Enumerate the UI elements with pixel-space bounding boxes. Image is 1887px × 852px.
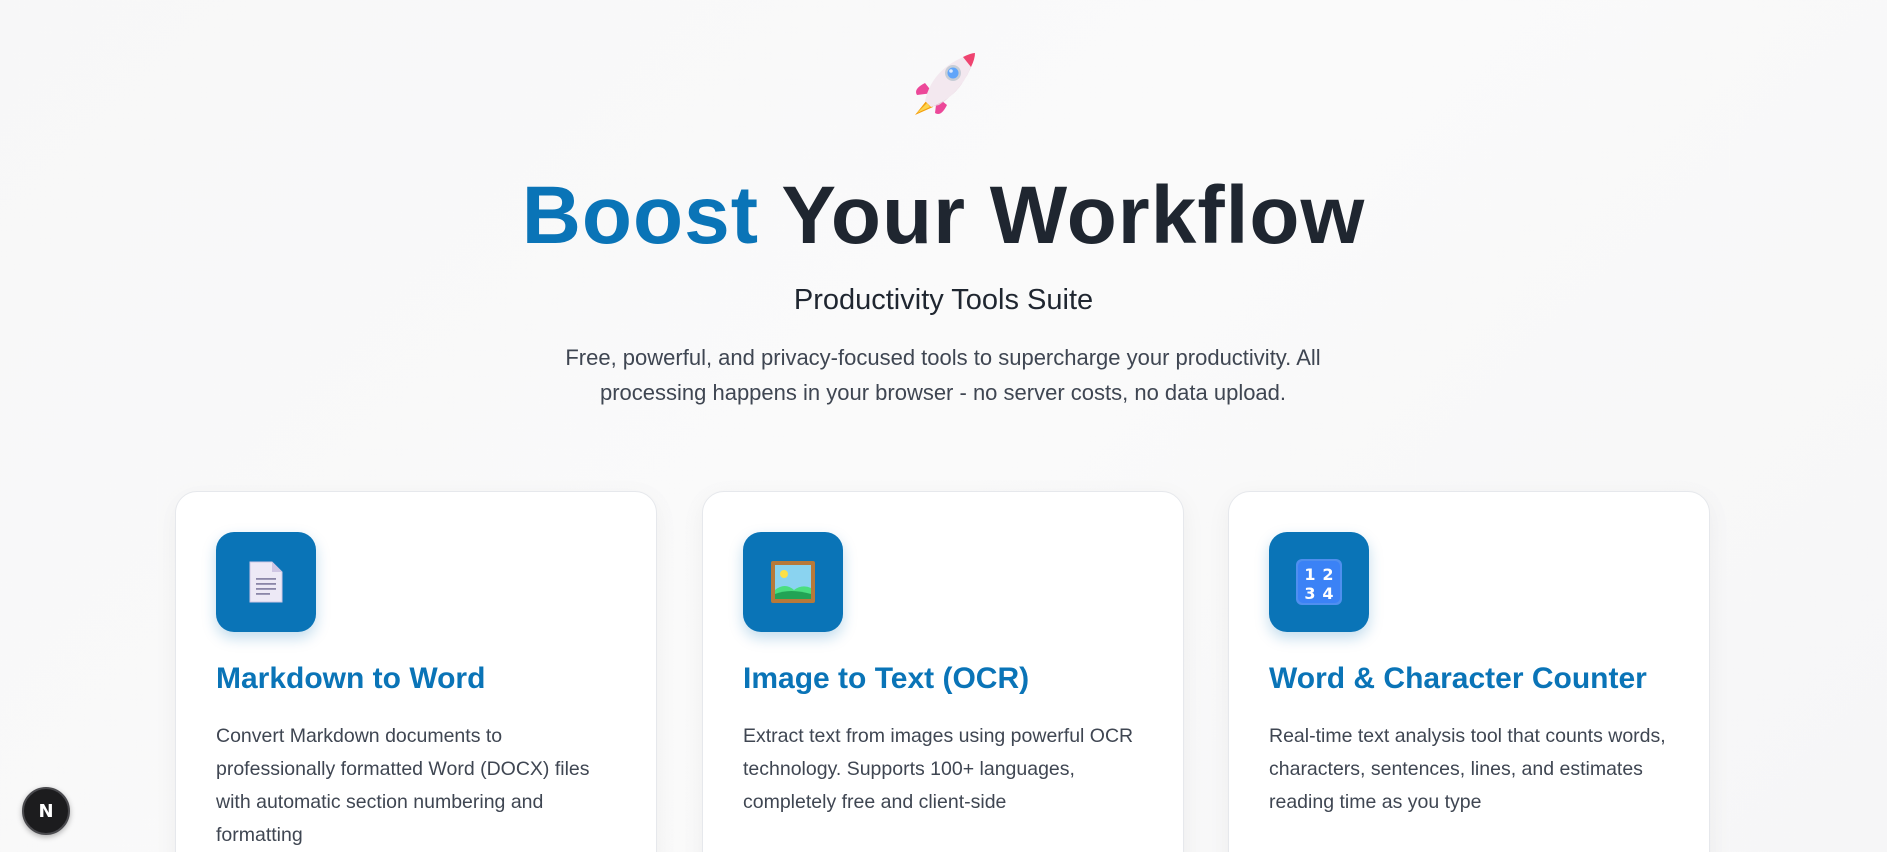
tool-description: Real-time text analysis tool that counts… xyxy=(1269,725,1666,813)
framed-picture-icon xyxy=(771,561,815,603)
nextjs-logo-icon: N xyxy=(38,800,54,822)
svg-text:2: 2 xyxy=(1322,565,1333,584)
tool-icon-tile xyxy=(743,532,843,632)
number-keypad-icon: 1 2 3 4 xyxy=(1296,559,1342,605)
tool-title[interactable]: Image to Text (OCR) xyxy=(743,662,1029,696)
tool-title[interactable]: Word & Character Counter xyxy=(1269,662,1647,696)
tool-description: Extract text from images using powerful … xyxy=(743,725,1134,813)
page-title: Boost Your Workflow xyxy=(0,168,1887,264)
rocket-icon xyxy=(915,53,975,115)
tool-card-markdown-to-word[interactable]: Markdown to Word Convert Markdown docume… xyxy=(175,491,657,852)
headline-rest: Your Workflow xyxy=(759,170,1366,261)
page-subtitle: Productivity Tools Suite xyxy=(793,284,1094,316)
tool-title[interactable]: Markdown to Word xyxy=(216,662,485,696)
svg-text:3: 3 xyxy=(1304,584,1315,603)
nextjs-dev-button[interactable]: N xyxy=(22,787,70,835)
tool-description: Convert Markdown documents to profession… xyxy=(216,725,590,846)
svg-text:4: 4 xyxy=(1322,584,1333,603)
tool-icon-tile: 1 2 3 4 xyxy=(1269,532,1369,632)
document-icon xyxy=(249,561,283,603)
headline-accent: Boost xyxy=(521,170,760,261)
tool-card-image-to-text[interactable]: Image to Text (OCR) Extract text from im… xyxy=(702,491,1184,852)
tool-card-word-counter[interactable]: 1 2 3 4 Word & Character Counter Real-ti… xyxy=(1228,491,1710,852)
svg-text:1: 1 xyxy=(1304,565,1315,584)
page-description: Free, powerful, and privacy-focused tool… xyxy=(565,345,1321,405)
tool-icon-tile xyxy=(216,532,316,632)
